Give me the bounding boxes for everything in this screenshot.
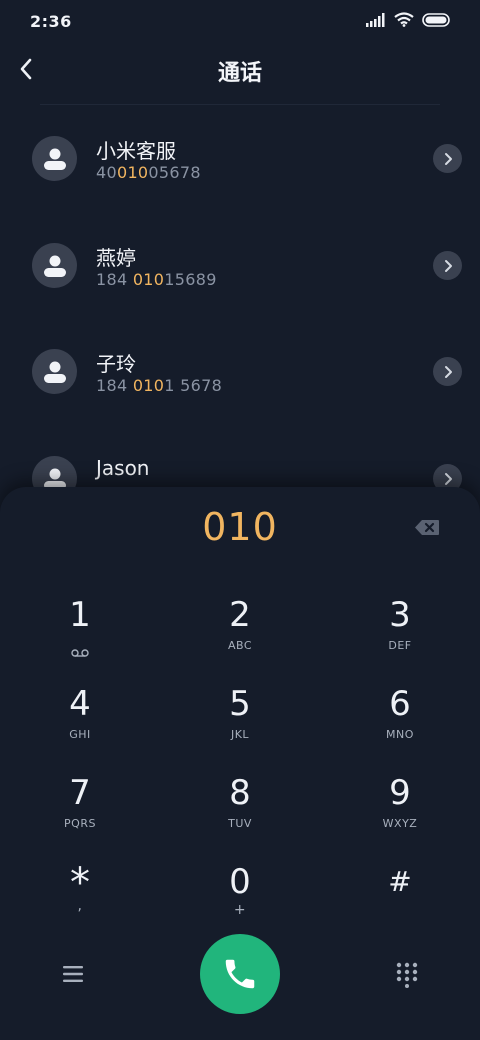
key-letters: , [77, 898, 83, 914]
dialer-actions [0, 934, 480, 1014]
key-letters: WXYZ [382, 817, 418, 830]
key-hash[interactable]: # [320, 854, 480, 943]
key-8[interactable]: 8 TUV [160, 765, 320, 854]
status-icons [366, 11, 452, 31]
avatar [32, 136, 77, 181]
backspace-icon [415, 519, 439, 535]
page-title: 通话 [217, 61, 262, 86]
key-4[interactable]: 4 GHI [0, 676, 160, 765]
contact-detail-button[interactable] [433, 357, 462, 386]
dialpad-icon [396, 962, 418, 988]
contact-row[interactable]: 燕婷 184 01015689 [0, 212, 480, 319]
key-digit: 2 [229, 595, 251, 635]
contact-name: Jason [96, 456, 150, 480]
key-star[interactable]: * , [0, 854, 160, 943]
person-icon [43, 148, 66, 170]
key-5[interactable]: 5 JKL [160, 676, 320, 765]
contact-detail-button[interactable] [433, 251, 462, 280]
chevron-right-icon [444, 259, 452, 272]
backspace-button[interactable] [413, 517, 441, 537]
key-digit: 8 [229, 773, 251, 813]
back-button[interactable] [14, 54, 38, 84]
key-1[interactable]: 1 [0, 587, 160, 676]
key-digit: 3 [389, 595, 411, 635]
call-button[interactable] [200, 934, 280, 1014]
key-letters: PQRS [64, 817, 96, 830]
menu-icon [63, 966, 83, 982]
battery-icon [422, 12, 452, 31]
chevron-right-icon [444, 472, 452, 485]
person-icon [43, 255, 66, 277]
dialpad-toggle-button[interactable] [396, 962, 418, 988]
key-letters: MNO [386, 728, 414, 741]
key-digit: 4 [69, 684, 91, 724]
person-icon [43, 361, 66, 383]
key-digit: # [388, 865, 412, 898]
avatar [32, 243, 77, 288]
key-letters: + [233, 902, 247, 918]
key-0[interactable]: 0 + [160, 854, 320, 943]
contact-phone: 184 01015689 [96, 270, 217, 289]
key-9[interactable]: 9 WXYZ [320, 765, 480, 854]
key-digit: 9 [389, 773, 411, 813]
key-6[interactable]: 6 MNO [320, 676, 480, 765]
key-7[interactable]: 7 PQRS [0, 765, 160, 854]
header: 通话 [0, 42, 480, 100]
key-letters: DEF [388, 639, 412, 652]
wifi-icon [394, 11, 414, 31]
dialer-panel: 010 1 2 ABC 3 DEF 4 GHI 5 JKL 6 MNO 7 PQ… [0, 487, 480, 1040]
chevron-right-icon [444, 152, 452, 165]
key-digit: 0 [229, 862, 251, 902]
key-digit: 1 [69, 595, 91, 635]
menu-button[interactable] [62, 964, 84, 984]
key-digit: 6 [389, 684, 411, 724]
status-bar: 2:36 [0, 0, 480, 42]
key-letters: GHI [69, 728, 91, 741]
contact-name: 子玲 [96, 352, 136, 376]
contact-name: 小米客服 [96, 139, 176, 163]
contact-row[interactable]: 子玲 184 0101 5678 [0, 318, 480, 425]
key-letters: ABC [227, 639, 253, 652]
key-2[interactable]: 2 ABC [160, 587, 320, 676]
contact-row[interactable]: 小米客服 4001005678 [0, 105, 480, 212]
back-chevron-icon [20, 58, 32, 80]
key-digit: 7 [69, 773, 91, 813]
contact-phone: 4001005678 [96, 163, 201, 182]
status-time: 2:36 [30, 11, 72, 31]
contact-phone: 184 0101 5678 [96, 376, 223, 395]
key-letters: JKL [230, 728, 250, 741]
contact-name: 燕婷 [96, 246, 136, 270]
key-letters: TUV [228, 817, 252, 830]
dialed-number: 010 [202, 505, 278, 549]
signal-icon [366, 12, 386, 31]
key-digit: 5 [229, 684, 251, 724]
contact-detail-button[interactable] [433, 144, 462, 173]
chevron-right-icon [444, 365, 452, 378]
keypad: 1 2 ABC 3 DEF 4 GHI 5 JKL 6 MNO 7 PQRS 8… [0, 587, 480, 943]
avatar [32, 349, 77, 394]
voicemail-icon [71, 642, 89, 657]
key-3[interactable]: 3 DEF [320, 587, 480, 676]
phone-icon [225, 959, 255, 989]
